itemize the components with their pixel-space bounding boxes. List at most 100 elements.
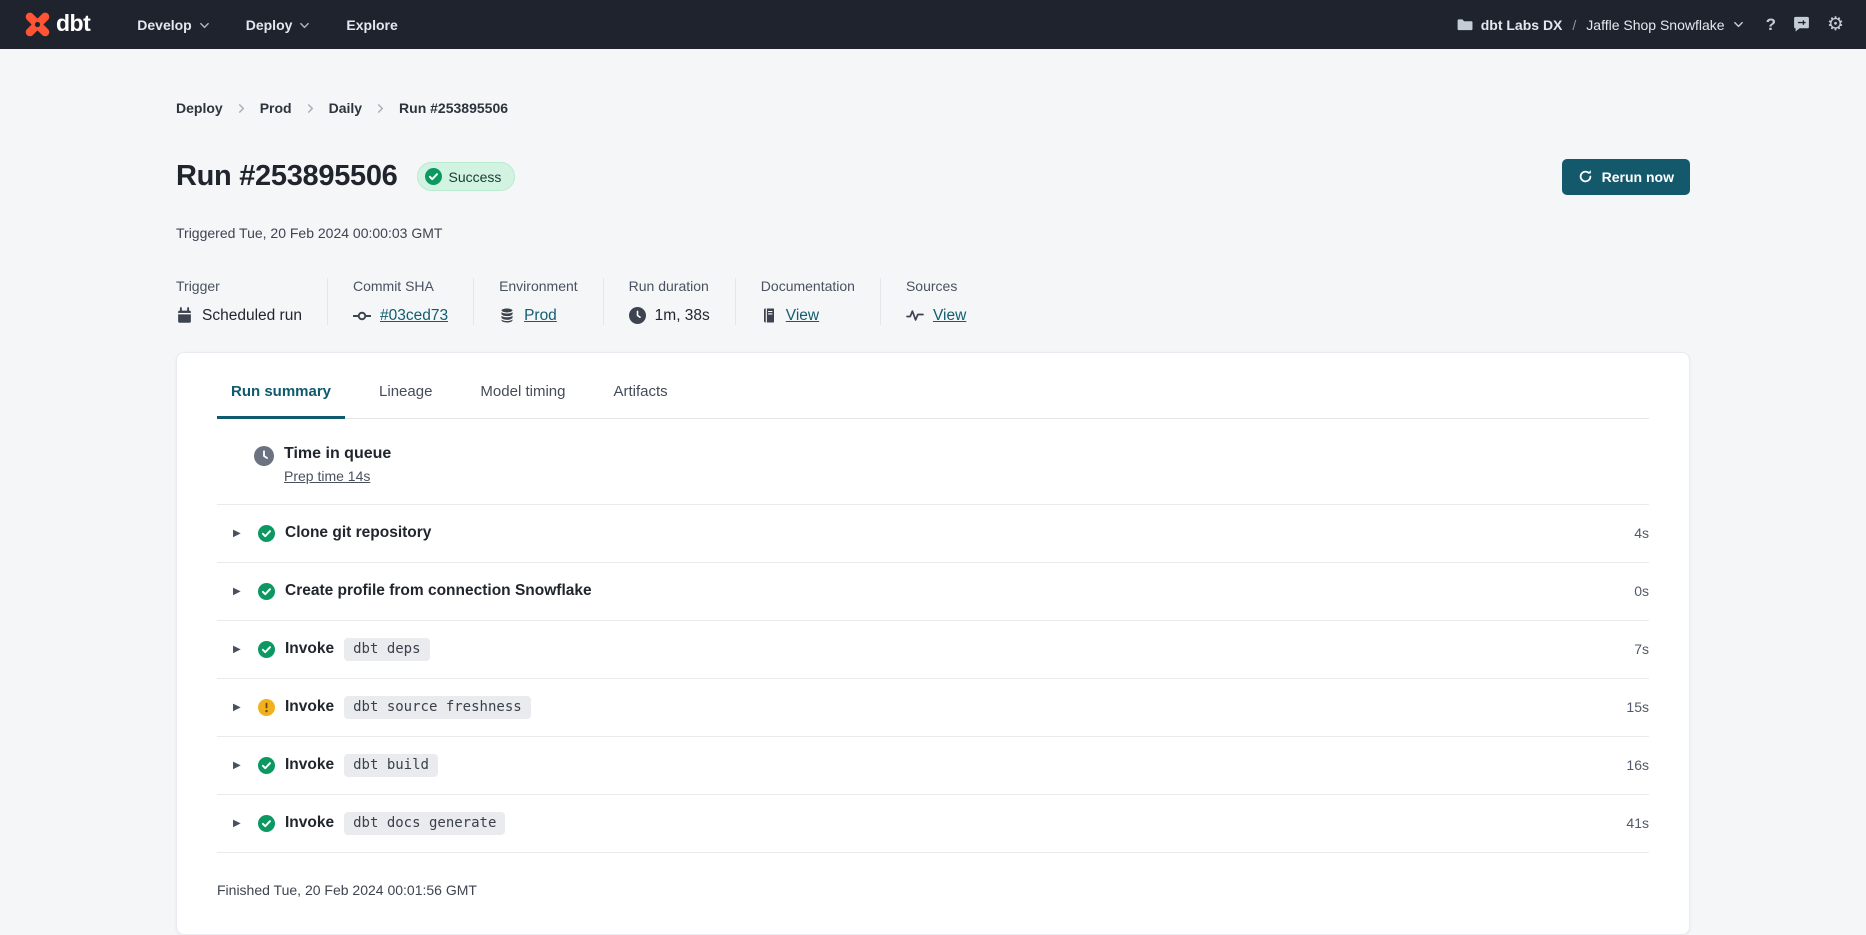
top-nav: dbt Develop Deploy Explore dbt Labs DX / J… xyxy=(0,0,1866,49)
meta-run-duration: Run duration1m, 38s xyxy=(629,278,710,325)
rerun-now-button[interactable]: Rerun now xyxy=(1562,159,1690,195)
meta-divider xyxy=(603,278,604,325)
nav-separator: / xyxy=(1572,17,1576,33)
status-badge: Success xyxy=(417,162,516,191)
step-row[interactable]: ▶ Invoke dbt source freshness 15s xyxy=(177,679,1689,736)
tab-model-timing[interactable]: Model timing xyxy=(466,383,579,419)
meta-label: Commit SHA xyxy=(353,278,448,294)
prep-time-link[interactable]: Prep time 14s xyxy=(284,468,370,484)
meta-label: Sources xyxy=(906,278,966,294)
nav-menu-deploy[interactable]: Deploy xyxy=(233,8,324,42)
expand-caret-icon[interactable]: ▶ xyxy=(233,644,245,655)
run-detail-card: Run summaryLineageModel timingArtifacts … xyxy=(176,352,1690,935)
pulse-icon xyxy=(906,307,924,324)
meta-environment: Environment Prod xyxy=(499,278,578,325)
rerun-icon xyxy=(1578,169,1593,184)
meta-divider xyxy=(327,278,328,325)
project-switcher[interactable]: Jaffle Shop Snowflake xyxy=(1586,17,1743,33)
step-duration: 7s xyxy=(1634,641,1649,657)
step-row[interactable]: ▶ Invoke dbt build 16s xyxy=(177,737,1689,794)
step-duration: 16s xyxy=(1626,757,1649,773)
queue-clock-icon xyxy=(254,446,274,466)
success-check-icon xyxy=(258,757,275,774)
meta-sources: Sources View xyxy=(906,278,966,325)
queue-title: Time in queue xyxy=(284,445,391,463)
warning-icon xyxy=(258,699,275,716)
account-switcher[interactable]: dbt Labs DX xyxy=(1456,16,1563,33)
success-check-icon xyxy=(258,815,275,832)
meta-divider xyxy=(880,278,881,325)
primary-nav-menu: Develop Deploy Explore xyxy=(124,8,411,42)
expand-caret-icon[interactable]: ▶ xyxy=(233,528,245,539)
step-command-chip: dbt deps xyxy=(344,638,429,661)
meta-divider xyxy=(735,278,736,325)
meta-value-link[interactable]: Prod xyxy=(524,307,557,325)
chevron-down-icon xyxy=(299,19,310,31)
nav-menu-label: Explore xyxy=(346,17,397,33)
success-check-icon xyxy=(258,525,275,542)
meta-label: Documentation xyxy=(761,278,855,294)
meta-documentation: Documentation View xyxy=(761,278,855,325)
step-label: Clone git repository xyxy=(285,524,431,542)
project-name: Jaffle Shop Snowflake xyxy=(1586,17,1724,33)
expand-caret-icon[interactable]: ▶ xyxy=(233,702,245,713)
tab-artifacts[interactable]: Artifacts xyxy=(599,383,681,419)
step-label: Invoke xyxy=(285,756,334,774)
clock-icon xyxy=(629,307,646,324)
breadcrumb-item[interactable]: Run #253895506 xyxy=(399,100,508,116)
step-row[interactable]: ▶ Invoke dbt docs generate 41s xyxy=(177,795,1689,852)
success-check-icon xyxy=(258,583,275,600)
meta-value-link[interactable]: View xyxy=(933,307,966,325)
tab-lineage[interactable]: Lineage xyxy=(365,383,446,419)
step-duration: 0s xyxy=(1634,583,1649,599)
step-command-chip: dbt docs generate xyxy=(344,812,505,835)
step-duration: 41s xyxy=(1626,815,1649,831)
account-name: dbt Labs DX xyxy=(1481,17,1563,33)
gear-icon[interactable]: ⚙ xyxy=(1827,15,1844,34)
step-duration: 4s xyxy=(1634,525,1649,541)
meta-divider xyxy=(473,278,474,325)
book-icon xyxy=(761,307,777,324)
expand-caret-icon[interactable]: ▶ xyxy=(233,586,245,597)
nav-menu-label: Deploy xyxy=(246,17,293,33)
tab-strip: Run summary Lineage Model timing Artifacts xyxy=(217,353,1649,419)
nav-menu-explore[interactable]: Explore xyxy=(333,8,410,42)
run-steps-list: ▶ Clone git repository 4s ▶Create profile f… xyxy=(177,504,1689,852)
meta-value-link[interactable]: #03ced73 xyxy=(380,307,448,325)
time-in-queue-block: Time in queue Prep time 14s xyxy=(177,419,1689,504)
step-row[interactable]: ▶Create profile from connection Snowflak… xyxy=(177,563,1689,620)
dbt-logo-text: dbt xyxy=(56,12,90,38)
expand-caret-icon[interactable]: ▶ xyxy=(233,818,245,829)
meta-label: Run duration xyxy=(629,278,710,294)
database-icon xyxy=(499,307,515,324)
breadcrumb: Deploy Prod Daily Run #253895506 xyxy=(176,100,1690,116)
step-command-chip: dbt source freshness xyxy=(344,696,531,719)
nav-menu-develop[interactable]: Develop xyxy=(124,8,222,42)
page-title: Run #253895506 xyxy=(176,160,398,193)
success-check-icon xyxy=(425,168,442,185)
step-command-chip: dbt build xyxy=(344,754,438,777)
meta-commit-sha: Commit SHA #03ced73 xyxy=(353,278,448,325)
nav-menu-label: Develop xyxy=(137,17,191,33)
breadcrumb-separator-icon xyxy=(375,103,386,114)
step-label: Invoke xyxy=(285,640,334,658)
meta-trigger: Trigger Scheduled run xyxy=(176,278,302,325)
step-row[interactable]: ▶ Clone git repository 4s xyxy=(177,505,1689,562)
meta-label: Trigger xyxy=(176,278,302,294)
meta-value: Scheduled run xyxy=(202,307,302,325)
feedback-icon[interactable] xyxy=(1792,15,1811,34)
breadcrumb-item[interactable]: Deploy xyxy=(176,100,223,116)
breadcrumb-item[interactable]: Daily xyxy=(329,100,362,116)
step-label: Invoke xyxy=(285,814,334,832)
meta-value-link[interactable]: View xyxy=(786,307,819,325)
help-icon[interactable]: ? xyxy=(1766,15,1776,35)
step-row[interactable]: ▶ Invoke dbt deps 7s xyxy=(177,621,1689,678)
status-badge-label: Success xyxy=(449,169,502,185)
step-label: Invoke xyxy=(285,698,334,716)
step-duration: 15s xyxy=(1626,699,1649,715)
expand-caret-icon[interactable]: ▶ xyxy=(233,760,245,771)
dbt-logo[interactable]: dbt xyxy=(24,11,90,38)
tab-run-summary[interactable]: Run summary xyxy=(217,383,345,419)
meta-label: Environment xyxy=(499,278,578,294)
breadcrumb-item[interactable]: Prod xyxy=(260,100,292,116)
